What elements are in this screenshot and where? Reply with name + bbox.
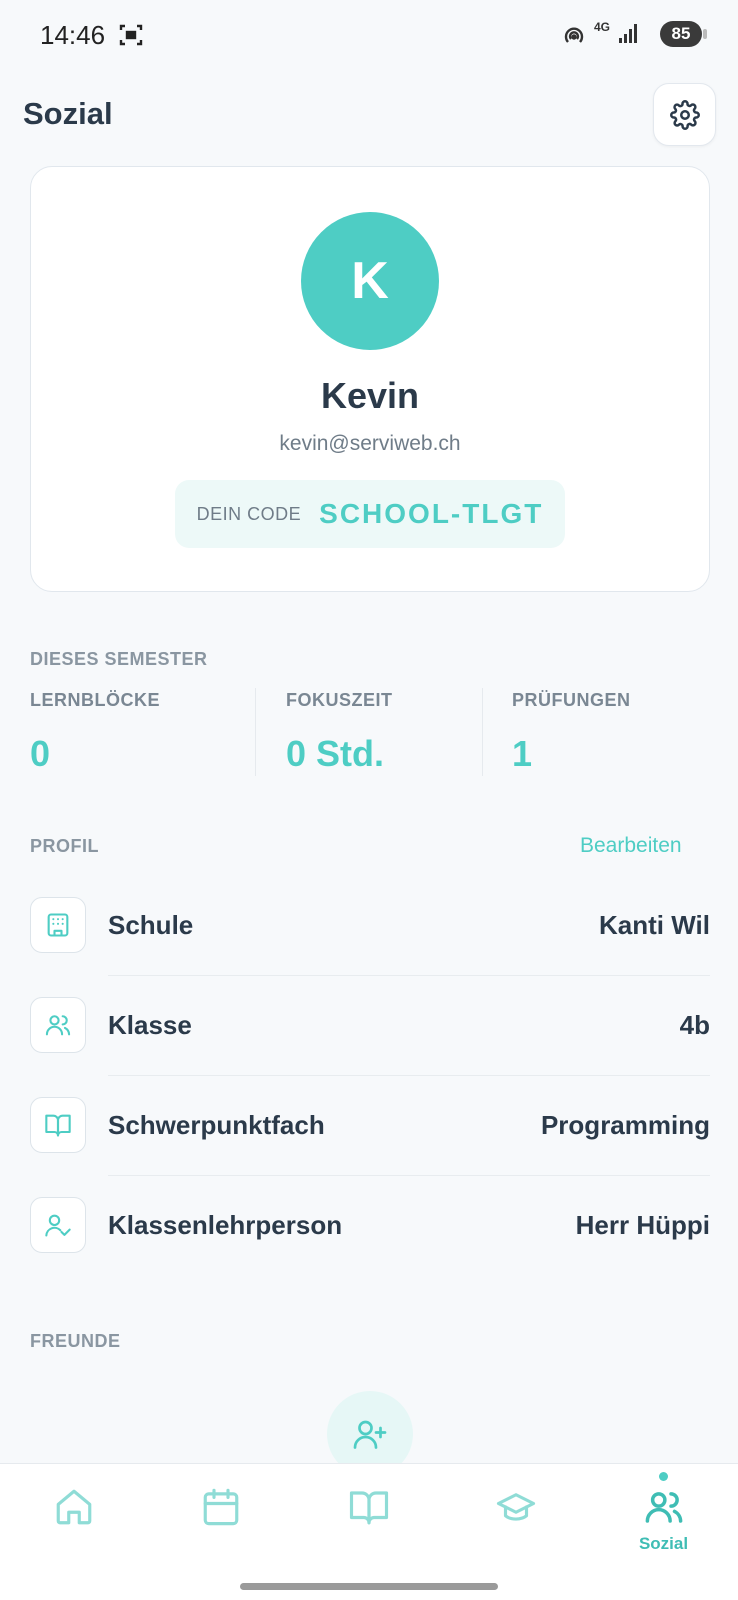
profile-row-schwerpunktfach[interactable]: Schwerpunktfach Programming [30, 1076, 710, 1176]
user-plus-icon [353, 1420, 387, 1449]
profile-row-klasse[interactable]: Klasse 4b [30, 976, 710, 1076]
home-indicator[interactable] [240, 1583, 498, 1590]
building-icon [30, 897, 86, 953]
code-value: SCHOOL-TLGT [319, 498, 544, 529]
bottom-navigation: Sozial [0, 1463, 738, 1600]
row-value: Programming [540, 1110, 710, 1140]
stat-lernbloecke: LERNBLÖCKE 0 [30, 690, 160, 775]
edit-profile-link[interactable]: Bearbeiten [580, 834, 682, 858]
row-label: Klasse [108, 1010, 192, 1040]
stat-value: 0 Std. [286, 733, 385, 774]
network-type-label: 4G [594, 20, 611, 34]
profile-card: K Kevin kevin@serviweb.ch DEIN CODE SCHO… [30, 166, 710, 592]
row-value: Herr Hüppi [575, 1210, 710, 1240]
nav-exams[interactable] [442, 1464, 589, 1564]
users-icon [645, 1492, 682, 1523]
gear-icon [669, 99, 700, 130]
stat-label: PRÜFUNGEN [512, 690, 631, 710]
stat-pruefungen: PRÜFUNGEN 1 [512, 690, 631, 775]
semester-section-label: DIESES SEMESTER [30, 649, 208, 669]
stat-divider [255, 688, 256, 776]
row-label: Schule [108, 910, 194, 940]
user-check-icon [30, 1197, 86, 1253]
battery-level: 85 [671, 24, 691, 43]
settings-button[interactable] [653, 83, 716, 146]
stat-divider [482, 688, 483, 776]
nav-learning[interactable] [295, 1464, 442, 1564]
screen-record-icon [118, 22, 144, 53]
nav-calendar[interactable] [147, 1464, 294, 1564]
status-time: 14:46 [40, 20, 106, 50]
code-label: DEIN CODE [196, 503, 302, 524]
stat-value: 0 [30, 733, 51, 774]
book-icon [30, 1097, 86, 1153]
page-title: Sozial [23, 96, 113, 131]
avatar[interactable]: K [301, 212, 439, 350]
friend-code-box[interactable]: DEIN CODE SCHOOL-TLGT [175, 480, 565, 548]
graduation-cap-icon [496, 1493, 535, 1521]
stat-value: 1 [512, 733, 533, 774]
row-value: 4b [679, 1010, 710, 1040]
nav-sozial[interactable]: Sozial [590, 1464, 737, 1564]
users-icon [30, 997, 86, 1053]
nav-label-sozial: Sozial [638, 1534, 689, 1553]
calendar-icon [203, 1488, 238, 1526]
signal-icon [618, 22, 640, 49]
profile-row-klassenlehrperson[interactable]: Klassenlehrperson Herr Hüppi [30, 1176, 710, 1276]
battery-tip [703, 29, 707, 39]
user-email: kevin@serviweb.ch [279, 432, 461, 455]
profile-row-schule[interactable]: Schule Kanti Wil [30, 876, 710, 976]
battery-indicator: 85 [660, 21, 707, 47]
row-value: Kanti Wil [599, 910, 710, 940]
book-open-icon [349, 1491, 388, 1525]
friends-section-label: FREUNDE [30, 1331, 121, 1351]
home-icon [56, 1489, 91, 1525]
user-name: Kevin [320, 375, 420, 416]
stat-fokuszeit: FOKUSZEIT 0 Std. [286, 690, 393, 775]
hotspot-icon [562, 24, 586, 53]
stat-label: FOKUSZEIT [286, 690, 393, 710]
row-label: Klassenlehrperson [108, 1210, 343, 1240]
active-indicator-dot [659, 1472, 668, 1481]
row-label: Schwerpunktfach [108, 1110, 325, 1140]
nav-home[interactable] [0, 1464, 147, 1564]
profil-section-label: PROFIL [30, 836, 99, 856]
stat-label: LERNBLÖCKE [30, 690, 160, 710]
status-bar: 14:46 4G 85 [0, 0, 738, 70]
